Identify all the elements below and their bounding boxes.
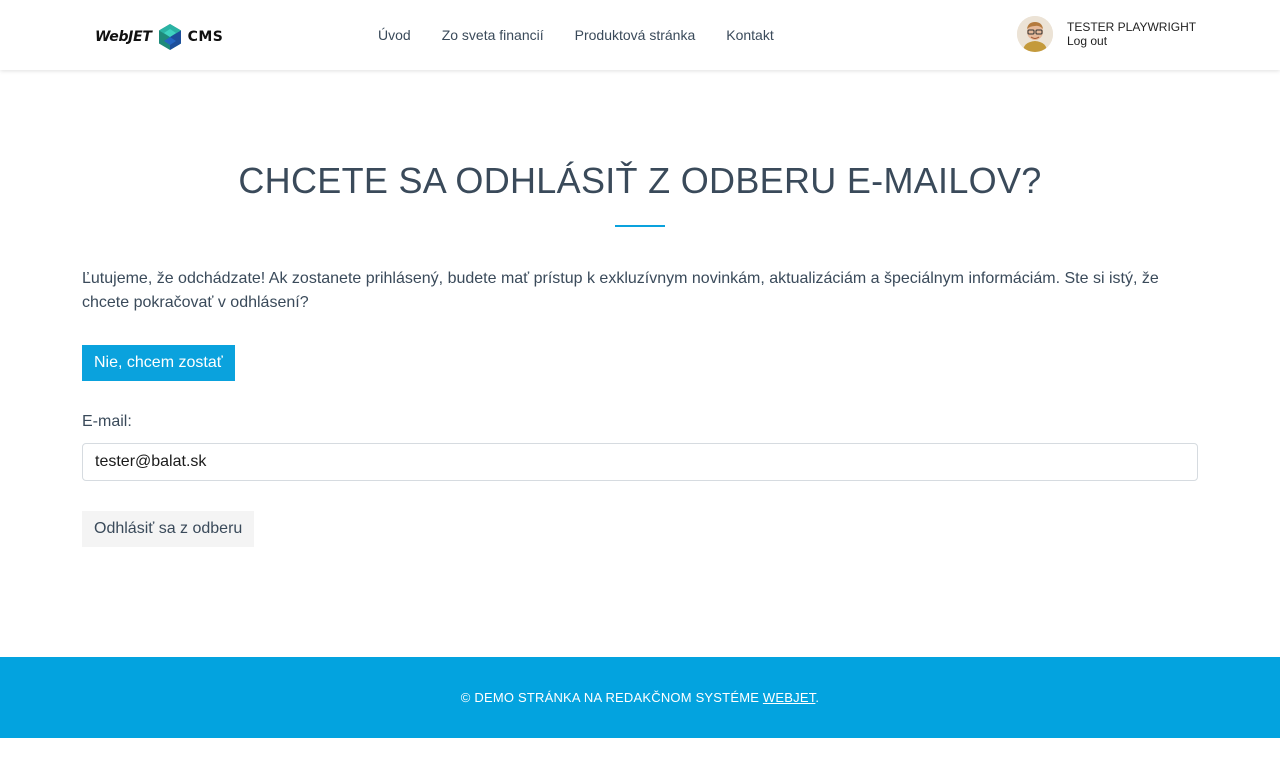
- email-field[interactable]: [82, 443, 1198, 481]
- avatar[interactable]: [1017, 16, 1053, 52]
- site-footer: © DEMO STRÁNKA NA REDAKČNOM SYSTÉME WEBJ…: [0, 657, 1280, 738]
- nav-item-produktova-stranka[interactable]: Produktová stránka: [575, 27, 696, 43]
- footer-text: © DEMO STRÁNKA NA REDAKČNOM SYSTÉME WEBJ…: [461, 690, 819, 705]
- user-name: TESTER PLAYWRIGHT: [1067, 20, 1197, 34]
- footer-webjet-link[interactable]: WEBJET: [763, 690, 815, 705]
- title-underline: [615, 225, 665, 227]
- nav-item-kontakt[interactable]: Kontakt: [726, 27, 773, 43]
- user-avatar-icon: [1017, 16, 1053, 52]
- user-box: TESTER PLAYWRIGHT Log out: [1017, 16, 1196, 52]
- user-text: TESTER PLAYWRIGHT Log out: [1067, 20, 1196, 48]
- nav-item-zo-sveta-financii[interactable]: Zo sveta financií: [442, 27, 544, 43]
- main-nav: Úvod Zo sveta financií Produktová stránk…: [378, 27, 805, 43]
- unsubscribe-button[interactable]: Odhlásiť sa z odberu: [82, 511, 255, 547]
- email-label: E-mail:: [82, 413, 132, 430]
- footer-suffix: .: [815, 690, 820, 705]
- lead-text: Ľutujeme, že odchádzate! Ak zostanete pr…: [82, 270, 1159, 311]
- logout-link[interactable]: Log out: [1067, 34, 1196, 48]
- stay-button[interactable]: Nie, chcem zostať: [82, 345, 235, 381]
- site-header: WebJET CMS Úvod Zo sveta financií Produk…: [0, 0, 1280, 70]
- hexagon-logo-icon: [158, 24, 181, 50]
- logo-text-webjet: WebJET: [95, 29, 152, 45]
- footer-prefix: © DEMO STRÁNKA NA REDAKČNOM SYSTÉME: [460, 690, 763, 705]
- page-title: CHCETE SA ODHLÁSIŤ Z ODBERU E-MAILOV?: [238, 160, 1042, 201]
- nav-item-uvod[interactable]: Úvod: [378, 27, 411, 43]
- logo-text-cms: CMS: [187, 29, 224, 45]
- webjet-cms-logo[interactable]: WebJET CMS: [95, 22, 223, 52]
